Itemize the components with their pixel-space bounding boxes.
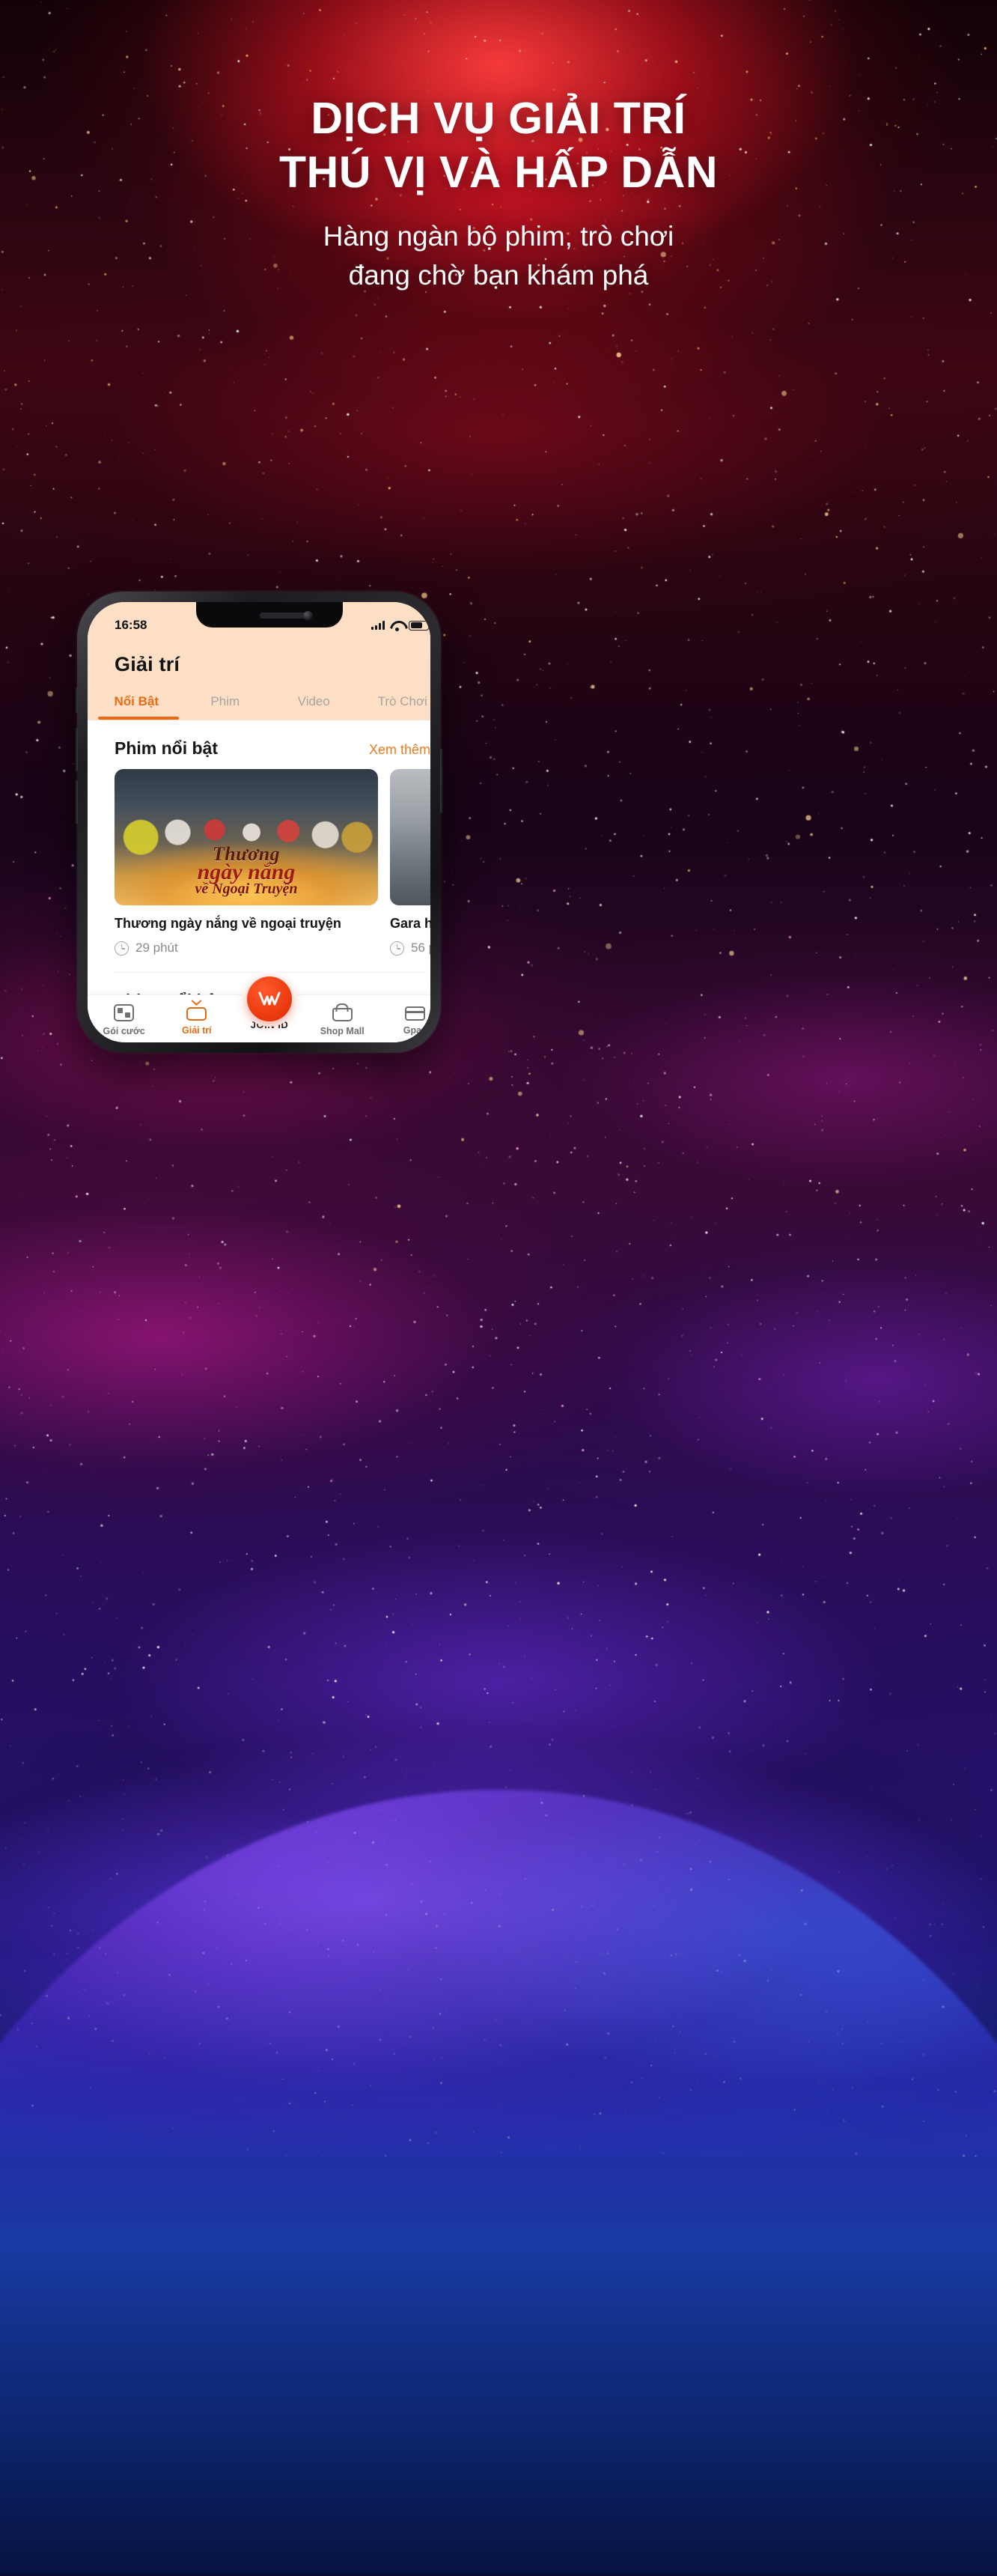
movie-duration: 56 phú	[411, 941, 430, 955]
nav-item-gpay[interactable]: Gpay	[379, 1004, 430, 1036]
movie-duration: 29 phút	[135, 941, 178, 955]
nav-item-goi-cuoc[interactable]: Gói cước	[88, 1004, 160, 1036]
tab-bar: Nổi Bật Phim Video Trò Chơi	[88, 687, 430, 720]
active-tab-indicator	[98, 717, 179, 720]
headline-line-2: THÚ VỊ VÀ HẤP DẪN	[278, 148, 719, 197]
status-time: 16:58	[115, 618, 147, 632]
movie-duration-row: 56 phú	[390, 941, 430, 956]
tv-icon	[186, 1007, 207, 1021]
nav-item-giai-tri[interactable]: Giải trí	[160, 1004, 233, 1036]
clock-icon	[390, 941, 404, 956]
subtitle-line-2: đang chờ bạn khám phá	[348, 260, 649, 291]
entertainment-app: Giải trí Nổi Bật Phim Video Trò Chơi Phi…	[88, 602, 430, 1042]
movies-carousel[interactable]: Thương ngày nắng về Ngoại Truyện Thương …	[88, 769, 430, 956]
clock-icon	[115, 941, 129, 956]
nav-label: Giải trí	[182, 1025, 212, 1036]
grid-icon	[114, 1004, 135, 1021]
phone-mockup: Giải trí Nổi Bật Phim Video Trò Chơi Phi…	[75, 592, 443, 1053]
hero-copy: DỊCH VỤ GIẢI TRÍ THÚ VỊ VÀ HẤP DẪN Hàng …	[0, 91, 997, 295]
volume-down-button[interactable]	[75, 780, 78, 824]
poster-title-art: Thương ngày nắng về Ngoại Truyện	[115, 843, 378, 898]
tab-tro-choi[interactable]: Trò Chơi	[359, 687, 431, 720]
cellular-signal-icon	[371, 621, 385, 630]
phone-screen: Giải trí Nổi Bật Phim Video Trò Chơi Phi…	[88, 602, 430, 1042]
movie-title: Thương ngày nắng về ngoại truyện	[115, 916, 341, 931]
card-icon	[404, 1006, 425, 1021]
nav-item-shop-mall[interactable]: Shop Mall	[306, 1004, 379, 1036]
tab-phim[interactable]: Phim	[181, 687, 270, 720]
movie-title: Gara hạnh	[390, 916, 430, 931]
earpiece-speaker	[259, 613, 309, 619]
movie-card[interactable]: Gara hạnh 56 phú	[390, 769, 430, 956]
nav-label: Gpay	[403, 1025, 427, 1036]
screen-clip: Giải trí Nổi Bật Phim Video Trò Chơi Phi…	[88, 602, 430, 1042]
movie-duration-row: 29 phút	[115, 941, 378, 956]
see-more-movies[interactable]: Xem thêm	[369, 742, 430, 758]
vi-logo-icon[interactable]	[247, 976, 292, 1021]
planet-surface	[0, 1790, 997, 2576]
hero-subtitle: Hàng ngàn bộ phim, trò chơi đang chờ bạn…	[0, 217, 997, 295]
page-title: DỊCH VỤ GIẢI TRÍ THÚ VỊ VÀ HẤP DẪN	[0, 91, 997, 199]
volume-up-button[interactable]	[75, 728, 78, 771]
front-camera	[303, 611, 313, 621]
phone-notch	[196, 602, 343, 628]
cosmic-background	[0, 0, 997, 2576]
movie-poster-image	[390, 769, 430, 905]
movie-card[interactable]: Thương ngày nắng về Ngoại Truyện Thương …	[115, 769, 378, 956]
headline-line-1: DỊCH VỤ GIẢI TRÍ	[311, 94, 686, 143]
nav-label: Gói cước	[103, 1026, 145, 1036]
nav-label: Shop Mall	[320, 1026, 365, 1036]
vi-logo-glyph	[258, 991, 281, 1006]
section-header-movies: Phim nổi bật Xem thêm	[88, 720, 430, 769]
battery-icon	[409, 620, 430, 631]
wifi-icon	[390, 621, 403, 631]
poster-title-line-3: về Ngoại Truyện	[195, 881, 298, 897]
tab-video[interactable]: Video	[269, 687, 359, 720]
status-icons	[371, 620, 430, 631]
subtitle-line-1: Hàng ngàn bộ phim, trò chơi	[323, 221, 674, 252]
movie-poster-image: Thương ngày nắng về Ngoại Truyện	[115, 769, 378, 905]
power-button[interactable]	[440, 749, 443, 813]
app-title: Giải trí	[115, 653, 180, 675]
tab-noi-bat[interactable]: Nổi Bật	[92, 687, 181, 720]
section-title-movies: Phim nổi bật	[115, 738, 218, 758]
mute-switch[interactable]	[75, 687, 78, 713]
shopping-bag-icon	[332, 1008, 353, 1021]
